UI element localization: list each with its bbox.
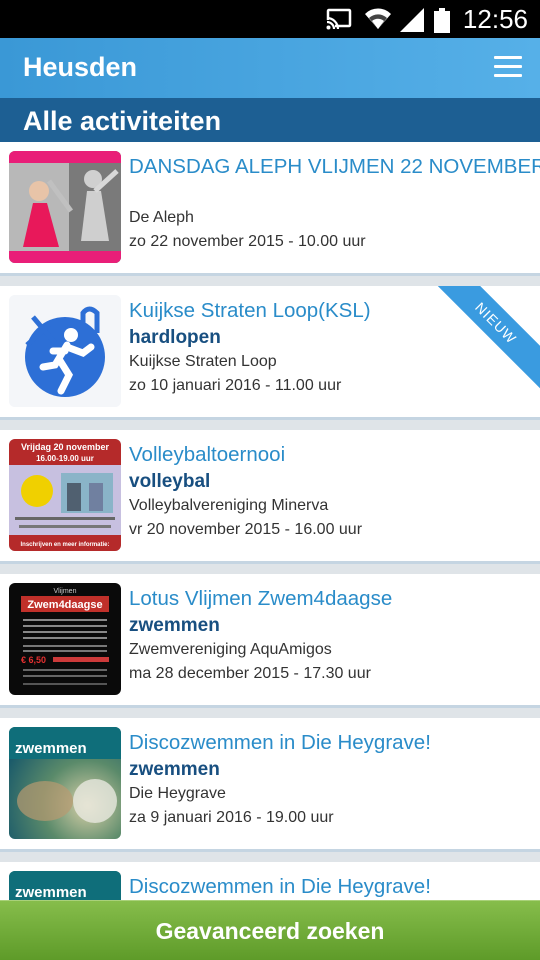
activity-thumbnail-disco-swim: zwemmen xyxy=(9,727,121,839)
activity-thumbnail-volleyball: Vrijdag 20 november 16.00-19.00 uur Insc… xyxy=(9,439,121,551)
activity-card[interactable]: zwemmen Discozwemmen in Die Heygrave! xyxy=(0,862,540,900)
flyer-info-text: Inschrijven en meer informatie: xyxy=(20,542,109,548)
flyer-time-text: 16.00-19.00 uur xyxy=(36,454,94,463)
activity-organizer: Volleybalvereniging Minerva xyxy=(129,497,329,514)
advanced-search-label: Geavanceerd zoeken xyxy=(155,918,385,944)
activity-datetime: ma 28 december 2015 - 17.30 uur xyxy=(129,665,371,682)
flyer-price-text: € 6,50 xyxy=(21,655,46,665)
activity-title[interactable]: Kuijkse Straten Loop(KSL) xyxy=(129,299,371,323)
activity-thumbnail-swim4daagse: Vlijmen Zwem4daagse € 6,50 xyxy=(9,583,121,695)
app-bar: Heusden xyxy=(0,38,540,98)
flyer-word-text: zwemmen xyxy=(15,884,87,900)
activity-card[interactable]: Kuijkse Straten Loop(KSL) hardlopen Kuij… xyxy=(0,286,540,420)
activity-organizer: Zwemvereniging AquAmigos xyxy=(129,641,332,658)
activity-datetime: zo 22 november 2015 - 10.00 uur xyxy=(129,233,366,250)
activity-category: zwemmen xyxy=(129,759,220,780)
section-header: Alle activiteiten xyxy=(0,98,540,142)
battery-icon xyxy=(434,8,450,33)
activity-category: zwemmen xyxy=(129,615,220,636)
wifi-icon xyxy=(365,8,391,29)
activity-category: volleybal xyxy=(129,471,211,492)
advanced-search-button[interactable]: Geavanceerd zoeken xyxy=(0,900,540,960)
status-time: 12:56 xyxy=(462,4,528,34)
status-bar: 12:56 xyxy=(0,0,540,38)
activity-title[interactable]: Volleybaltoernooi xyxy=(129,443,285,467)
activity-list[interactable]: DANSDAG ALEPH VLIJMEN 22 NOVEMBER De Ale… xyxy=(0,142,540,900)
activity-organizer: De Aleph xyxy=(129,209,194,226)
activity-title[interactable]: DANSDAG ALEPH VLIJMEN 22 NOVEMBER xyxy=(129,155,540,179)
activity-datetime: zo 10 januari 2016 - 11.00 uur xyxy=(129,377,342,394)
activity-organizer: Kuijkse Straten Loop xyxy=(129,353,277,370)
flyer-date-text: Vrijdag 20 november xyxy=(21,442,110,452)
activity-category: hardlopen xyxy=(129,327,221,348)
flyer-city-text: Vlijmen xyxy=(54,588,77,595)
activity-datetime: za 9 januari 2016 - 19.00 uur xyxy=(129,809,334,826)
activity-thumbnail-dance xyxy=(9,151,121,263)
app-title: Heusden xyxy=(23,52,138,82)
activity-thumbnail-disco-swim: zwemmen xyxy=(9,871,121,900)
activity-card[interactable]: zwemmen Discozwemmen in Die Heygrave! zw… xyxy=(0,718,540,852)
activity-thumbnail-runner xyxy=(9,295,121,407)
new-badge: NIEUW xyxy=(428,286,540,391)
activity-organizer: Die Heygrave xyxy=(129,785,226,802)
cast-icon xyxy=(326,8,352,30)
signal-icon xyxy=(400,8,424,32)
activity-card[interactable]: Vrijdag 20 november 16.00-19.00 uur Insc… xyxy=(0,430,540,564)
activity-title[interactable]: Discozwemmen in Die Heygrave! xyxy=(129,875,431,899)
hamburger-menu-icon[interactable] xyxy=(494,56,522,78)
new-badge-label: NIEUW xyxy=(472,299,520,347)
activity-card[interactable]: Vlijmen Zwem4daagse € 6,50 Lotus Vlijmen… xyxy=(0,574,540,708)
section-title: Alle activiteiten xyxy=(23,106,222,136)
flyer-logo-text: Zwem4daagse xyxy=(27,599,102,611)
activity-card[interactable]: DANSDAG ALEPH VLIJMEN 22 NOVEMBER De Ale… xyxy=(0,142,540,276)
activity-title[interactable]: Discozwemmen in Die Heygrave! xyxy=(129,731,431,755)
activity-datetime: vr 20 november 2015 - 16.00 uur xyxy=(129,521,363,538)
flyer-word-text: zwemmen xyxy=(15,740,87,757)
activity-title[interactable]: Lotus Vlijmen Zwem4daagse xyxy=(129,587,392,611)
